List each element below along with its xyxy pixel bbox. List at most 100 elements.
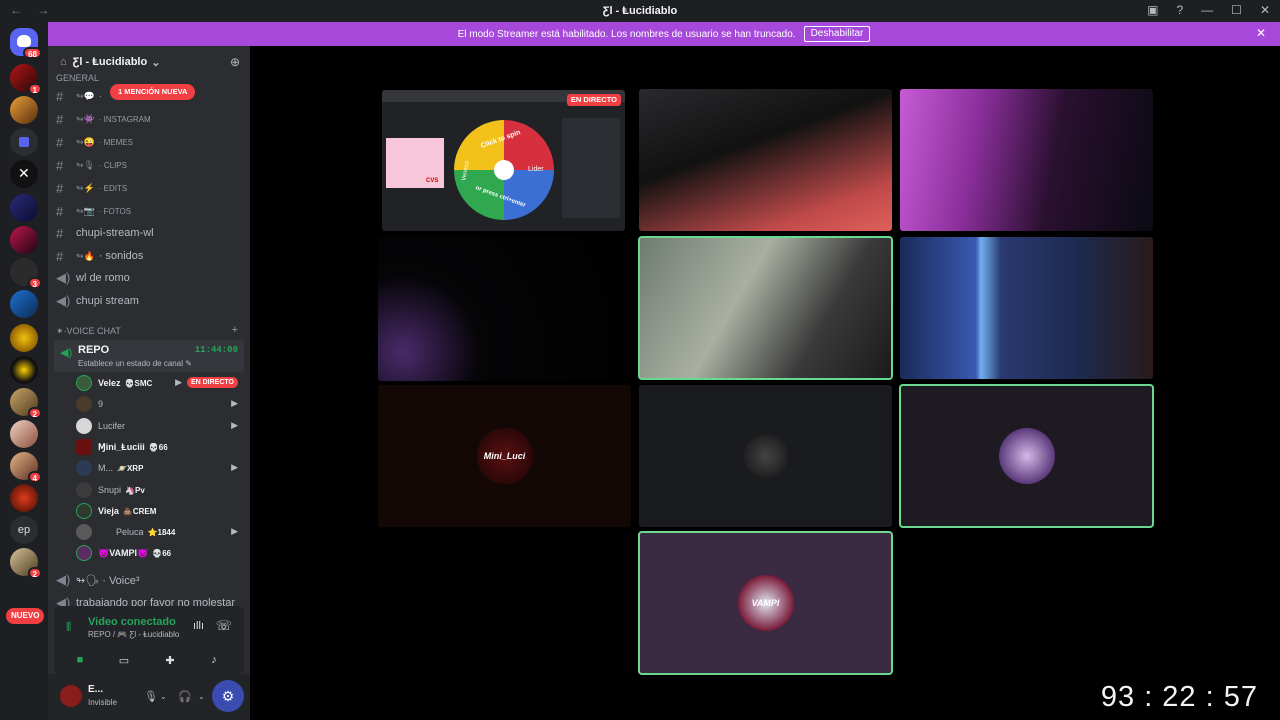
- screen-share-tile[interactable]: CVS Click to spin Lider Veneco or press …: [382, 90, 625, 231]
- avatar: [76, 524, 92, 540]
- channel-item[interactable]: # ↬📷 · FOTOS: [56, 201, 242, 221]
- channel-item[interactable]: # ↬🔥 · sonidos: [56, 246, 242, 266]
- camera-tile[interactable]: [900, 237, 1153, 379]
- server-icon[interactable]: 3: [10, 258, 42, 289]
- server-icon[interactable]: [10, 226, 38, 254]
- banner-text: El modo Streamer está habilitado. Los no…: [457, 28, 796, 40]
- server-icon[interactable]: 2: [10, 548, 42, 579]
- avatar-tile[interactable]: [639, 385, 892, 527]
- voice-member[interactable]: Lucifer ▶: [76, 416, 242, 436]
- new-pill[interactable]: NUEVO: [6, 608, 45, 624]
- noise-suppression-icon[interactable]: ıllı: [193, 620, 204, 632]
- microphone-icon[interactable]: 🎙: [144, 690, 158, 703]
- channel-item[interactable]: # ↬🎙 · CLIPS: [56, 155, 242, 175]
- voice-status[interactable]: Video conectado: [88, 616, 176, 628]
- channel-item[interactable]: # chupi-stream-wl: [56, 223, 242, 243]
- avatar: [76, 418, 92, 434]
- camera-tile[interactable]: [378, 237, 631, 381]
- video-icon: ▶: [175, 377, 182, 387]
- server-icon[interactable]: [10, 96, 38, 124]
- camera-button[interactable]: ■: [60, 650, 100, 670]
- avatar-tile[interactable]: Mini_Luci: [378, 385, 631, 527]
- activities-button[interactable]: ✚: [150, 650, 190, 670]
- server-icon[interactable]: [10, 484, 38, 512]
- server-badge: 4: [27, 471, 42, 483]
- gear-icon[interactable]: ⚙: [212, 680, 244, 712]
- live-badge: EN DIRECTO: [566, 94, 621, 106]
- avatar-tile-speaking[interactable]: [899, 384, 1154, 528]
- user-status: Invisible: [88, 698, 117, 707]
- screen-share-button[interactable]: ▭: [104, 650, 144, 670]
- server-icon[interactable]: 4: [10, 452, 42, 483]
- discord-logo-icon: [17, 35, 31, 47]
- home-badge: 68: [23, 47, 42, 59]
- server-icon[interactable]: 1: [10, 64, 42, 95]
- add-channel-icon[interactable]: +: [232, 324, 238, 336]
- close-window-button[interactable]: ✕: [1260, 3, 1270, 17]
- avatar[interactable]: [60, 685, 82, 707]
- voice-member[interactable]: Velez 💀SMC ▶ EN DIRECTO: [76, 373, 242, 393]
- signal-icon[interactable]: ⦀: [66, 620, 71, 635]
- server-icon[interactable]: ep: [10, 516, 38, 544]
- voice-member[interactable]: Vieja 💩CREM: [76, 501, 242, 521]
- minimize-button[interactable]: —: [1201, 3, 1213, 17]
- speaker-icon: ◀): [56, 572, 71, 587]
- soundboard-button[interactable]: ♪: [194, 650, 234, 670]
- server-icon[interactable]: 2: [10, 388, 42, 419]
- voice-channel-repo[interactable]: ◀) REPO 11:44:00 Establece un estado de …: [54, 340, 244, 372]
- home-button[interactable]: 68: [10, 28, 42, 59]
- server-icon[interactable]: [10, 290, 38, 318]
- channel-status[interactable]: Establece un estado de canal ✎: [78, 359, 192, 368]
- camera-tile[interactable]: [900, 89, 1153, 231]
- hash-icon: #: [56, 88, 64, 104]
- server-icon[interactable]: [10, 128, 38, 156]
- channel-item[interactable]: # ↬⚡ · EDITS: [56, 178, 242, 198]
- hash-icon: #: [56, 157, 64, 173]
- category-general[interactable]: GENERAL: [56, 73, 99, 83]
- voice-member[interactable]: M... 🪐XRP ▶: [76, 458, 242, 478]
- voice-member[interactable]: Peluca ⭐1844 ▶: [76, 522, 242, 542]
- channel-item[interactable]: # ↬👾 · INSTAGRAM: [56, 109, 242, 129]
- channel-item[interactable]: # ↬💬 ·: [56, 86, 242, 106]
- camera-tile-speaking[interactable]: [638, 236, 893, 380]
- chevron-down-icon[interactable]: ⌄: [198, 692, 205, 701]
- camera-tile[interactable]: [639, 89, 892, 231]
- inbox-icon[interactable]: ▣: [1147, 3, 1158, 17]
- voice-channel-item[interactable]: ◀) ↬🗣 · Voice³: [56, 570, 242, 590]
- avatar: [76, 503, 92, 519]
- server-icon[interactable]: [10, 194, 38, 222]
- help-icon[interactable]: ?: [1176, 3, 1183, 17]
- hash-icon: #: [56, 225, 64, 241]
- server-icon[interactable]: [10, 420, 38, 448]
- server-icon[interactable]: ✕: [10, 160, 38, 188]
- server-badge: 3: [27, 277, 42, 289]
- window-titlebar: ← → Ƹl - Ⱡucidiablo ▣ ? — ☐ ✕: [0, 0, 1280, 22]
- headphones-icon[interactable]: 🎧: [178, 690, 192, 703]
- voice-connection-panel: ⦀ Video conectado REPO / 🎮 Ƹl - Ⱡucidiab…: [54, 606, 244, 674]
- avatar-tile-speaking[interactable]: VAMPI: [638, 531, 893, 675]
- promo-text: CVS: [426, 178, 439, 184]
- voice-channel-item[interactable]: ◀) chupi stream: [56, 291, 242, 311]
- user-name[interactable]: E...: [88, 684, 103, 695]
- server-icon[interactable]: [10, 324, 38, 352]
- voice-member[interactable]: Snupi 🦄Pv: [76, 480, 242, 500]
- category-voice-chat[interactable]: ✶·VOICE CHAT: [56, 326, 121, 337]
- close-icon[interactable]: ✕: [1256, 26, 1266, 40]
- channel-item[interactable]: # ↬😜 · MEMES: [56, 132, 242, 152]
- person-add-icon[interactable]: ⊕: [230, 55, 240, 69]
- server-bar: 68 1 ✕ 3 2 4 ep 2 NUEVO: [0, 22, 48, 720]
- video-icon: ▶: [231, 526, 238, 536]
- server-icon[interactable]: [10, 356, 38, 384]
- voice-member[interactable]: 9 ▶: [76, 394, 242, 414]
- disable-streamer-button[interactable]: Deshabilitar: [803, 26, 871, 42]
- voice-member[interactable]: Ɱini_Ⱡuciii 💀66: [76, 437, 242, 457]
- voice-location[interactable]: REPO / 🎮 Ƹl - Ⱡucidiablo: [88, 630, 179, 639]
- chevron-down-icon[interactable]: ⌄: [160, 692, 167, 701]
- avatar: [76, 375, 92, 391]
- hash-icon: #: [56, 203, 64, 219]
- hash-icon: #: [56, 248, 64, 264]
- disconnect-icon[interactable]: ☏: [216, 618, 232, 634]
- voice-member[interactable]: 👿VAMPI👿 💀66: [76, 543, 242, 563]
- maximize-button[interactable]: ☐: [1231, 3, 1242, 17]
- voice-channel-item[interactable]: ◀) wl de romo: [56, 268, 242, 288]
